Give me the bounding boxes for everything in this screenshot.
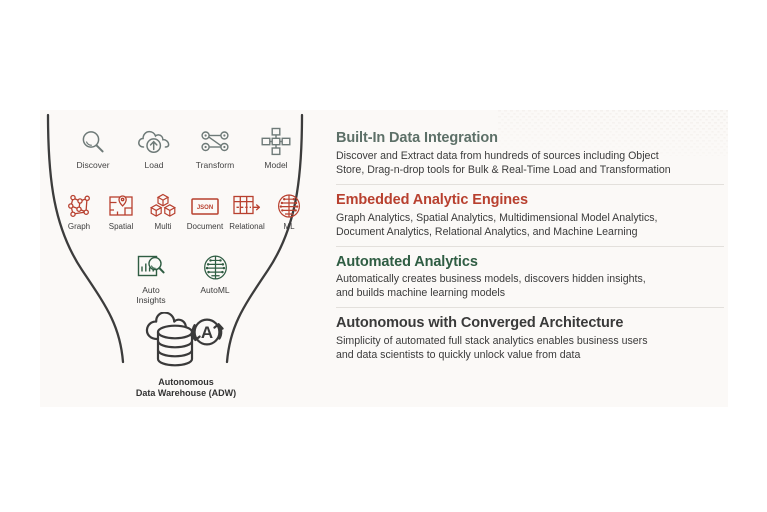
feature-title: Autonomous with Converged Architecture: [336, 315, 624, 332]
feature-built-in-data-integration: Built-In Data Integration Discover and E…: [336, 130, 724, 185]
table-icon: [232, 192, 262, 219]
infographic-canvas: Discover Load Transform Model Graph Spat…: [0, 0, 767, 512]
icon-cell-automl[interactable]: AutoML: [183, 252, 247, 296]
svg-text:A: A: [201, 323, 213, 342]
feature-autonomous-with-converged-architecture: Autonomous with Converged Architecture S…: [336, 315, 724, 369]
icon-label: Multi: [154, 222, 172, 231]
icon-label: Transform: [195, 160, 235, 170]
icon-cell-auto-insights[interactable]: Auto Insights: [119, 252, 183, 305]
feature-description: Simplicity of automated full stack analy…: [336, 335, 648, 362]
icon-label: Auto Insights: [136, 285, 166, 305]
model-network-icon: [261, 126, 291, 157]
cubes-icon: [149, 192, 177, 219]
autonomous-data-warehouse[interactable]: A Autonomous Data Warehouse (ADW): [118, 312, 254, 400]
icon-label: Graph: [67, 222, 91, 231]
icon-label: Model: [264, 160, 288, 170]
icon-cell-model[interactable]: Model: [246, 126, 307, 171]
analytic-engine-icons: Graph Spatial Multi JSON Document Relati…: [56, 192, 312, 232]
brain-icon: [276, 192, 302, 219]
feature-automated-analytics: Automated Analytics Automatically create…: [336, 254, 724, 309]
icon-cell-document[interactable]: JSON Document: [184, 192, 226, 232]
icon-label: ML: [283, 222, 295, 231]
icon-cell-load[interactable]: Load: [124, 126, 185, 171]
icon-label: Spatial: [108, 222, 134, 231]
icon-label: Relational: [229, 222, 265, 231]
icon-cell-multi[interactable]: Multi: [142, 192, 184, 232]
icon-label: Discover: [76, 160, 110, 170]
chart-magnifier-icon: [136, 252, 166, 282]
feature-title: Built-In Data Integration: [336, 130, 498, 146]
node-graph-icon: [199, 126, 231, 157]
map-pin-icon: [107, 192, 135, 219]
autonomous-data-warehouse-icon: A: [145, 312, 224, 367]
magnifier-icon: [79, 126, 107, 157]
molecule-icon: [65, 192, 93, 219]
icon-label: Document: [186, 222, 224, 231]
svg-text:JSON: JSON: [197, 204, 213, 210]
feature-description: Discover and Extract data from hundreds …: [336, 149, 671, 176]
icon-label: AutoML: [200, 285, 230, 295]
icon-cell-ml[interactable]: ML: [268, 192, 310, 232]
feature-title: Embedded Analytic Engines: [336, 191, 528, 208]
json-document-icon: JSON: [190, 192, 220, 219]
icon-cell-discover[interactable]: Discover: [63, 126, 124, 171]
feature-embedded-analytic-engines: Embedded Analytic Engines Graph Analytic…: [336, 192, 724, 247]
icon-label: Load: [144, 160, 164, 170]
feature-description: Automatically creates business models, d…: [336, 273, 646, 300]
brain-icon: [202, 252, 229, 282]
data-integration-icons: Discover Load Transform Model: [62, 126, 307, 171]
icon-cell-spatial[interactable]: Spatial: [100, 192, 142, 232]
cloud-upload-icon: [137, 126, 171, 157]
icon-cell-transform[interactable]: Transform: [185, 126, 246, 171]
automated-analytics-icons: Auto Insights AutoML: [118, 252, 248, 305]
icon-cell-relational[interactable]: Relational: [226, 192, 268, 232]
feature-description: Graph Analytics, Spatial Analytics, Mult…: [336, 211, 658, 238]
adw-label: Autonomous Data Warehouse (ADW): [135, 377, 237, 399]
feature-title: Automated Analytics: [336, 253, 478, 270]
feature-list: Built-In Data Integration Discover and E…: [336, 130, 724, 376]
icon-cell-graph[interactable]: Graph: [58, 192, 100, 232]
